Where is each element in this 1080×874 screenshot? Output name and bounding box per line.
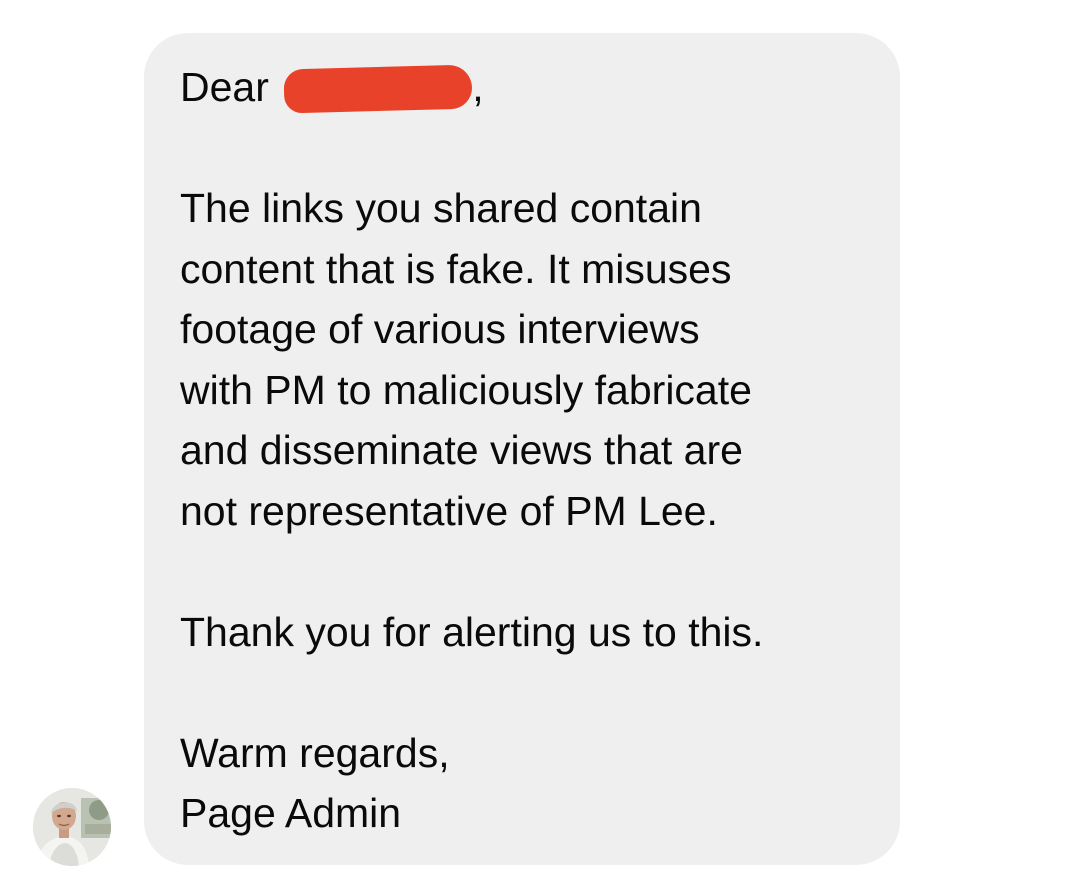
closing-line: Warm regards, [180,729,450,776]
signature-line: Page Admin [180,790,402,836]
greeting-suffix: , [472,64,484,110]
redacted-name-mark [283,64,473,114]
thanks-line: Thank you for alerting us to this. [180,608,764,655]
body-line: The links you shared contain [180,185,702,231]
body-line: and disseminate views that are [180,427,743,473]
message-bubble[interactable]: Dear , The links you shared contain cont… [144,33,900,865]
sender-avatar[interactable] [33,788,111,866]
body-line: content that is fake. It misuses [180,245,732,292]
body-line: with PM to maliciously fabricate [180,366,752,413]
greeting-line: Dear , [180,57,880,118]
body-line: not representative of PM Lee. [180,487,718,534]
sender-profile-photo-icon [33,788,111,866]
greeting-prefix: Dear [180,64,269,110]
body-line: footage of various interviews [180,306,700,352]
